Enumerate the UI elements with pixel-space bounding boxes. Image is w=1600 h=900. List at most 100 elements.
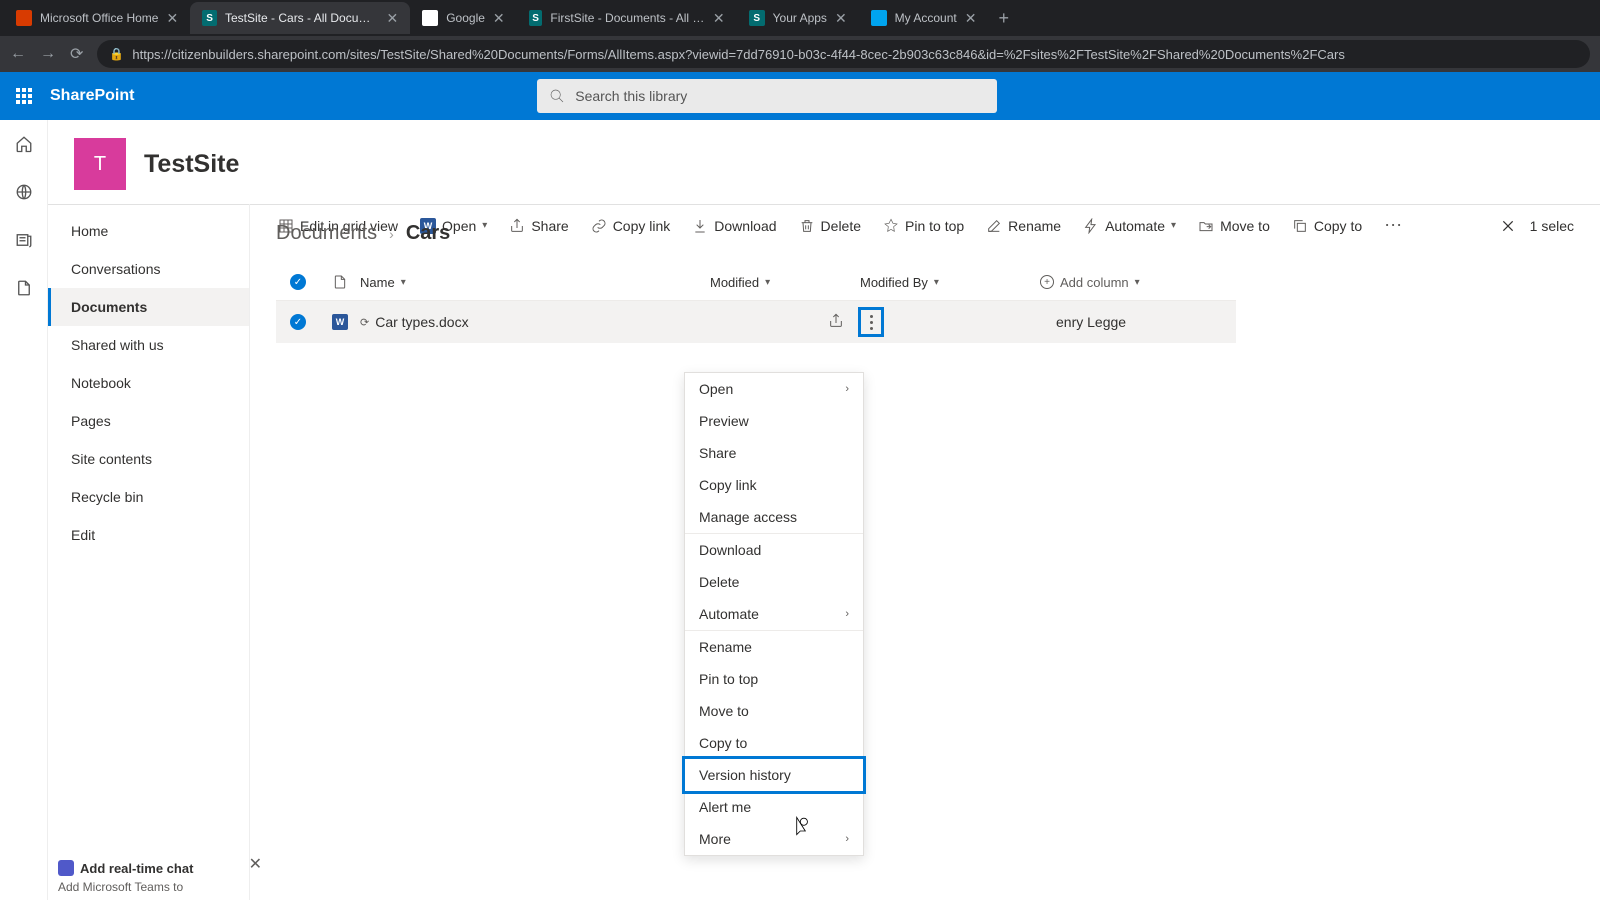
sidebar-item-shared-with-us[interactable]: Shared with us xyxy=(48,326,249,364)
main-content: Documents › Cars ✓ Name▾ Modified▾ Modif… xyxy=(250,204,1600,900)
menu-item-version-history[interactable]: Version history xyxy=(685,759,863,791)
menu-item-label: Share xyxy=(699,445,736,461)
close-tab-icon[interactable]: ✕ xyxy=(493,10,505,27)
browser-tab[interactable]: Microsoft Office Home ✕ xyxy=(4,2,190,34)
browser-tab[interactable]: S FirstSite - Documents - All Docum ✕ xyxy=(517,2,737,34)
search-input[interactable]: Search this library xyxy=(537,79,997,113)
new-tab-button[interactable]: + xyxy=(988,8,1019,29)
menu-item-more[interactable]: More› xyxy=(685,823,863,855)
promo-body: Add Microsoft Teams to xyxy=(58,880,258,894)
tab-label: FirstSite - Documents - All Docum xyxy=(550,11,705,25)
app-launcher-icon[interactable] xyxy=(0,72,48,120)
chevron-down-icon: ▾ xyxy=(401,277,406,288)
menu-item-label: Rename xyxy=(699,639,752,655)
menu-item-label: Delete xyxy=(699,574,739,590)
file-list: ✓ Name▾ Modified▾ Modified By▾ +Add colu… xyxy=(276,263,1236,343)
teams-icon xyxy=(58,860,74,876)
sidebar-item-recycle-bin[interactable]: Recycle bin xyxy=(48,478,249,516)
browser-tab[interactable]: SYour Apps✕ xyxy=(737,2,859,34)
menu-item-alert-me[interactable]: Alert me xyxy=(685,791,863,823)
select-all[interactable]: ✓ xyxy=(276,274,320,290)
search-icon xyxy=(549,88,565,104)
browser-tab[interactable]: S TestSite - Cars - All Documents ✕ xyxy=(190,2,410,34)
url-bar[interactable]: 🔒 https://citizenbuilders.sharepoint.com… xyxy=(97,40,1590,68)
suite-title[interactable]: SharePoint xyxy=(48,87,134,105)
menu-item-download[interactable]: Download xyxy=(685,534,863,566)
breadcrumb: Documents › Cars xyxy=(276,222,1574,245)
cursor-icon xyxy=(792,816,810,841)
menu-item-automate[interactable]: Automate› xyxy=(685,598,863,630)
modified-column-header[interactable]: Modified▾ xyxy=(710,275,860,290)
breadcrumb-current: Cars xyxy=(406,222,450,245)
file-row[interactable]: ✓ W ⟳Car types.docx enry Legge xyxy=(276,301,1236,343)
sidebar-item-pages[interactable]: Pages xyxy=(48,402,249,440)
word-file-icon: W xyxy=(332,314,348,330)
home-icon[interactable] xyxy=(14,134,34,154)
sidebar-item-home[interactable]: Home xyxy=(48,212,249,250)
menu-item-rename[interactable]: Rename xyxy=(685,631,863,663)
favicon-icon: S xyxy=(202,10,217,26)
close-tab-icon[interactable]: ✕ xyxy=(386,10,398,27)
modified-by-column-header[interactable]: Modified By▾ xyxy=(860,275,1040,290)
left-rail xyxy=(0,120,48,900)
promo-title: Add real-time chat xyxy=(58,860,258,876)
menu-item-preview[interactable]: Preview xyxy=(685,405,863,437)
add-column-button[interactable]: +Add column▾ xyxy=(1040,275,1220,290)
favicon-icon xyxy=(16,10,32,26)
browser-chrome: Microsoft Office Home ✕ S TestSite - Cars -… xyxy=(0,0,1600,72)
menu-item-delete[interactable]: Delete xyxy=(685,566,863,598)
browser-tab[interactable]: GGoogle✕ xyxy=(410,2,516,34)
check-icon: ✓ xyxy=(290,274,306,290)
files-icon[interactable] xyxy=(14,278,34,298)
row-check-icon[interactable]: ✓ xyxy=(290,314,306,330)
menu-item-label: Alert me xyxy=(699,799,751,815)
name-column-header[interactable]: Name▾ xyxy=(360,275,640,290)
close-tab-icon[interactable]: ✕ xyxy=(965,10,977,27)
close-tab-icon[interactable]: ✕ xyxy=(713,10,725,27)
sidebar-item-site-contents[interactable]: Site contents xyxy=(48,440,249,478)
back-button[interactable]: ← xyxy=(10,45,26,63)
chevron-right-icon: › xyxy=(845,383,849,395)
sidebar-item-documents[interactable]: Documents xyxy=(48,288,249,326)
site-logo[interactable]: T xyxy=(74,138,126,190)
tab-label: Microsoft Office Home xyxy=(40,11,158,25)
menu-item-pin-to-top[interactable]: Pin to top xyxy=(685,663,863,695)
side-nav: HomeConversationsDocumentsShared with us… xyxy=(48,204,250,900)
menu-item-copy-link[interactable]: Copy link xyxy=(685,469,863,501)
close-tab-icon[interactable]: ✕ xyxy=(166,10,178,27)
menu-item-share[interactable]: Share xyxy=(685,437,863,469)
forward-button[interactable]: → xyxy=(40,45,56,63)
menu-item-move-to[interactable]: Move to xyxy=(685,695,863,727)
close-tab-icon[interactable]: ✕ xyxy=(835,10,847,27)
reload-button[interactable]: ⟳ xyxy=(70,44,83,64)
type-column-icon[interactable] xyxy=(320,274,360,290)
sidebar-item-edit[interactable]: Edit xyxy=(48,516,249,554)
search-placeholder: Search this library xyxy=(575,88,687,104)
tab-label: TestSite - Cars - All Documents xyxy=(225,11,378,25)
menu-item-label: Copy link xyxy=(699,477,757,493)
chevron-right-icon: › xyxy=(845,833,849,845)
chevron-down-icon: ▾ xyxy=(934,277,939,288)
menu-item-label: Pin to top xyxy=(699,671,758,687)
share-icon[interactable] xyxy=(828,313,844,332)
menu-item-manage-access[interactable]: Manage access xyxy=(685,501,863,533)
site-name[interactable]: TestSite xyxy=(144,150,239,179)
menu-item-copy-to[interactable]: Copy to xyxy=(685,727,863,759)
favicon-icon: S xyxy=(529,10,543,26)
chevron-down-icon: ▾ xyxy=(1135,277,1140,288)
chevron-right-icon: › xyxy=(389,226,394,242)
sidebar-item-notebook[interactable]: Notebook xyxy=(48,364,249,402)
browser-nav-bar: ← → ⟳ 🔒 https://citizenbuilders.sharepoi… xyxy=(0,36,1600,72)
lock-icon: 🔒 xyxy=(109,47,124,61)
row-more-button[interactable] xyxy=(858,307,884,337)
sidebar-item-conversations[interactable]: Conversations xyxy=(48,250,249,288)
file-name[interactable]: Car types.docx xyxy=(375,314,468,330)
browser-tab[interactable]: My Account✕ xyxy=(859,2,989,34)
globe-icon[interactable] xyxy=(14,182,34,202)
tab-label: Your Apps xyxy=(773,11,827,25)
breadcrumb-root[interactable]: Documents xyxy=(276,222,377,245)
close-icon[interactable]: ✕ xyxy=(249,854,262,874)
menu-item-label: Preview xyxy=(699,413,749,429)
news-icon[interactable] xyxy=(14,230,34,250)
menu-item-open[interactable]: Open› xyxy=(685,373,863,405)
